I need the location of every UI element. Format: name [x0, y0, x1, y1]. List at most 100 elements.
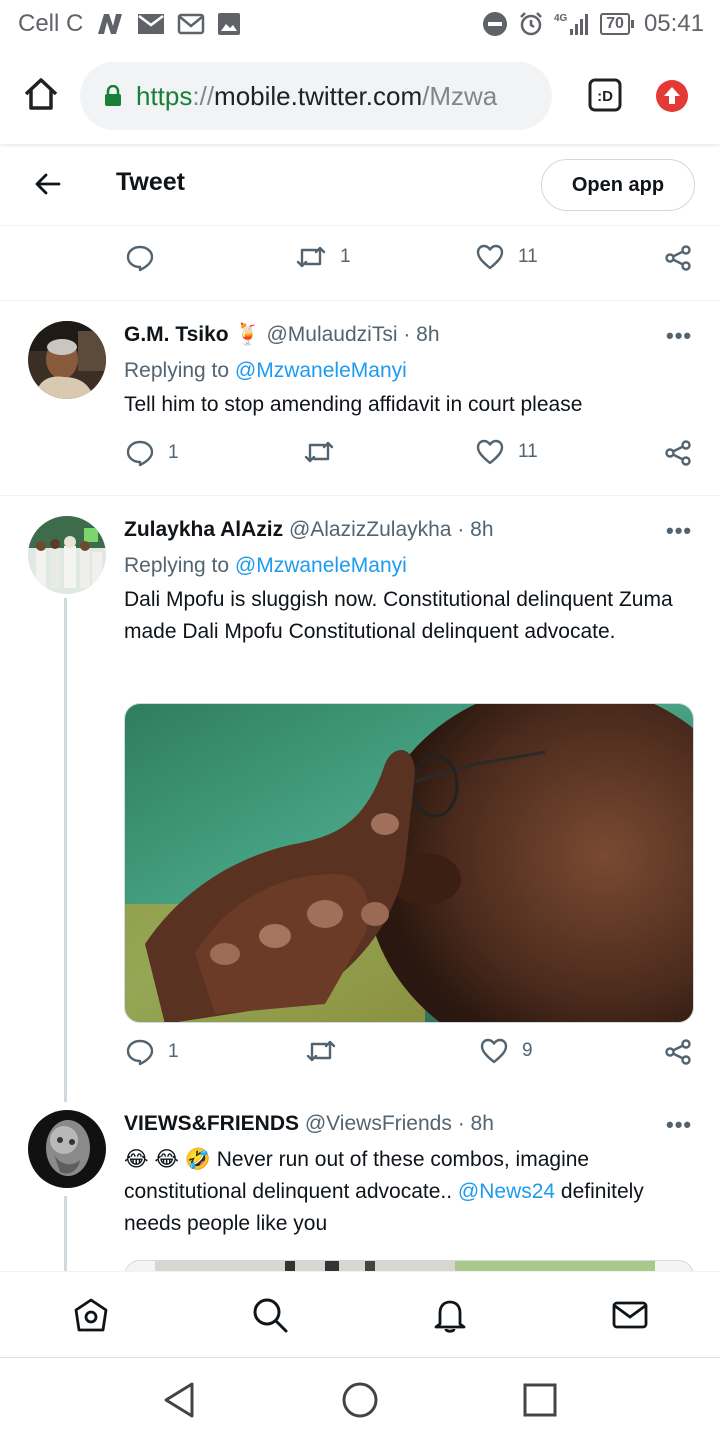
- reply-icon: [126, 440, 154, 467]
- tweet-actions: 1 11: [0, 439, 720, 479]
- back-arrow-icon[interactable]: [34, 170, 62, 203]
- tweet-photo[interactable]: [124, 703, 694, 1023]
- like-action[interactable]: 11: [476, 439, 538, 465]
- reply-action[interactable]: 1: [126, 439, 179, 467]
- recents-square-icon[interactable]: [520, 1380, 560, 1425]
- thread-line: [64, 598, 67, 1102]
- retweet-icon: [306, 1040, 336, 1062]
- tweet-text: 😂 😂 🤣 Never run out of these combos, ima…: [124, 1144, 694, 1240]
- tweet-header-line: VIEWS&FRIENDS @ViewsFriends · 8h: [124, 1112, 494, 1136]
- more-options-icon[interactable]: •••: [666, 1112, 692, 1138]
- share-action[interactable]: [664, 1038, 692, 1066]
- author-name[interactable]: Zulaykha AlAziz: [124, 518, 283, 541]
- share-action[interactable]: [664, 244, 692, 272]
- url-separator: ://: [192, 80, 215, 111]
- gmail-icon: [177, 13, 205, 35]
- share-icon: [665, 1039, 691, 1065]
- alarm-icon: [518, 11, 544, 37]
- more-options-icon[interactable]: •••: [666, 518, 692, 544]
- photo-man-praying: [125, 704, 693, 1022]
- retweet-icon: [304, 441, 334, 463]
- url-host: mobile.twitter.com: [214, 80, 423, 111]
- replying-prefix: Replying to: [124, 359, 230, 382]
- author-name[interactable]: G.M. Tsiko: [124, 323, 229, 346]
- avatar[interactable]: [28, 1110, 106, 1188]
- reply-icon: [126, 245, 154, 272]
- browser-toolbar: https://mobile.twitter.com/Mzwa :D: [0, 48, 720, 144]
- retweet-action[interactable]: [304, 439, 348, 465]
- retweet-action[interactable]: 1: [296, 244, 351, 270]
- heart-icon: [480, 1038, 508, 1064]
- share-icon: [665, 245, 691, 271]
- tab-switcher-icon[interactable]: :D: [588, 78, 622, 117]
- tweet-feed[interactable]: 1 11 G.M. Tsiko 🍹 @MulaudziTsi · 8h ••• …: [0, 226, 720, 1271]
- status-bar: Cell C 4G 70 05:41: [0, 0, 720, 48]
- like-count: 9: [522, 1040, 533, 1061]
- photo-preview: [125, 1261, 693, 1271]
- notifications-bell-icon[interactable]: [431, 1296, 469, 1339]
- like-action[interactable]: 11: [476, 244, 538, 270]
- mention-link[interactable]: @MzwaneleManyi: [235, 359, 407, 382]
- like-action[interactable]: 9: [480, 1038, 533, 1064]
- reply-count: 1: [168, 1041, 179, 1062]
- image-notification-icon: [217, 12, 241, 36]
- avatar[interactable]: [28, 321, 106, 399]
- reply-tweet[interactable]: G.M. Tsiko 🍹 @MulaudziTsi · 8h ••• Reply…: [0, 301, 720, 495]
- do-not-disturb-icon: [482, 11, 508, 37]
- more-options-icon[interactable]: •••: [666, 323, 692, 349]
- home-icon[interactable]: [72, 1296, 110, 1339]
- n-app-icon: [95, 12, 125, 36]
- bottom-nav: [0, 1271, 720, 1357]
- address-bar[interactable]: https://mobile.twitter.com/Mzwa: [80, 62, 552, 130]
- tweet-photo[interactable]: [124, 1260, 694, 1271]
- retweet-action[interactable]: [306, 1038, 350, 1064]
- battery-level: 70: [600, 13, 630, 35]
- share-icon: [665, 440, 691, 466]
- author-name[interactable]: VIEWS&FRIENDS: [124, 1112, 299, 1135]
- page-title: Tweet: [116, 168, 185, 196]
- reply-icon: [126, 1039, 154, 1066]
- svg-text:4G: 4G: [554, 13, 568, 24]
- author-handle[interactable]: @ViewsFriends: [305, 1112, 452, 1135]
- author-handle[interactable]: @MulaudziTsi: [266, 323, 397, 346]
- replying-prefix: Replying to: [124, 554, 230, 577]
- clock: 05:41: [643, 10, 704, 37]
- reply-tweet[interactable]: Zulaykha AlAziz @AlazizZulaykha · 8h •••…: [0, 496, 720, 1102]
- replying-to: Replying to @MzwaneleManyi: [124, 359, 407, 383]
- tweet-text: Dali Mpofu is sluggish now. Constitution…: [124, 588, 673, 643]
- emoji: 🍹: [234, 323, 261, 346]
- reply-action[interactable]: 1: [126, 1038, 179, 1066]
- mention-link[interactable]: @MzwaneleManyi: [235, 554, 407, 577]
- mention-link[interactable]: @News24: [458, 1180, 555, 1203]
- thread-line: [64, 1196, 67, 1271]
- share-action[interactable]: [664, 439, 692, 467]
- heart-icon: [476, 244, 504, 270]
- reply-tweet[interactable]: VIEWS&FRIENDS @ViewsFriends · 8h ••• 😂 😂…: [0, 1102, 720, 1271]
- email-notification-icon: [137, 13, 165, 35]
- tweet-actions: 1 9: [0, 1038, 720, 1078]
- like-count: 11: [518, 441, 538, 462]
- tweet-text: Tell him to stop amending affidavit in c…: [124, 393, 583, 416]
- tweet-header-line: Zulaykha AlAziz @AlazizZulaykha · 8h: [124, 518, 494, 542]
- tweet-time: · 8h: [457, 1112, 494, 1135]
- parent-tweet-actions: 1 11: [0, 244, 720, 284]
- back-triangle-icon[interactable]: [160, 1380, 200, 1425]
- home-circle-icon[interactable]: [340, 1380, 380, 1425]
- heart-icon: [476, 439, 504, 465]
- tweet-header: Tweet Open app: [0, 144, 720, 226]
- lock-icon: [104, 85, 122, 107]
- home-icon[interactable]: [22, 76, 60, 117]
- update-icon[interactable]: [655, 79, 689, 118]
- tab-switcher-label: :D: [597, 88, 613, 105]
- author-handle[interactable]: @AlazizZulaykha: [289, 518, 452, 541]
- avatar[interactable]: [28, 516, 106, 594]
- url-path: /Mzwa: [422, 80, 498, 111]
- messages-mail-icon[interactable]: [611, 1296, 649, 1339]
- search-icon[interactable]: [251, 1296, 289, 1339]
- system-nav-bar: [0, 1357, 720, 1440]
- battery-indicator: 70: [600, 13, 634, 35]
- signal-icon: 4G: [554, 11, 590, 37]
- reply-action[interactable]: [126, 244, 168, 272]
- open-app-button[interactable]: Open app: [541, 159, 695, 211]
- reply-count: 1: [168, 442, 179, 463]
